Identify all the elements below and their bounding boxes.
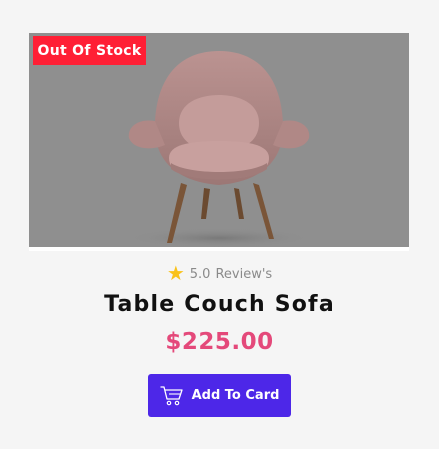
product-card: Out Of Stock ★ 5.0 Review's Table Couch … — [0, 0, 439, 449]
rating: ★ 5.0 Review's — [0, 261, 439, 285]
rating-value: 5.0 — [189, 267, 211, 282]
out-of-stock-badge: Out Of Stock — [33, 36, 146, 65]
add-to-cart-label: Add To Card — [191, 388, 280, 403]
add-to-cart-button[interactable]: Add To Card — [148, 374, 291, 417]
chair-image — [124, 51, 314, 248]
product-price: $225.00 — [165, 329, 274, 355]
product-title[interactable]: Table Couch Sofa — [0, 292, 439, 317]
star-icon: ★ — [166, 261, 185, 285]
rating-label: Review's — [215, 267, 273, 282]
product-image[interactable] — [29, 33, 409, 251]
cart-icon — [159, 385, 183, 405]
